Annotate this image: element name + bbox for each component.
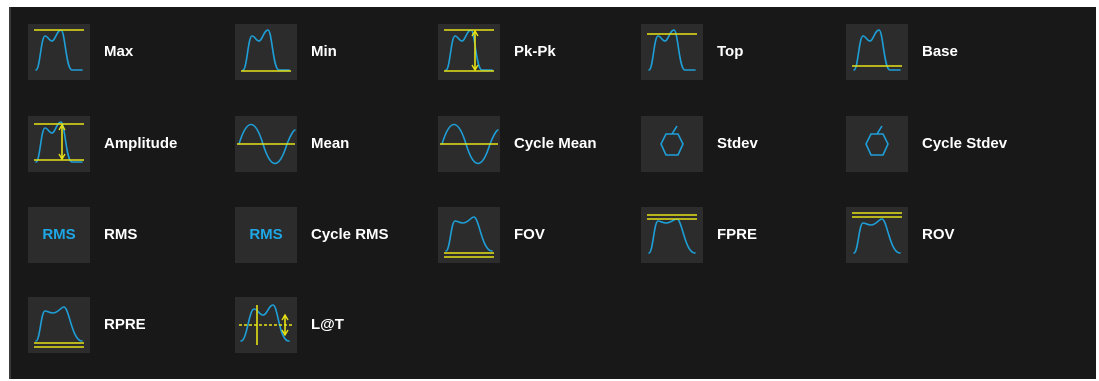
measure-stdev-item[interactable]: Stdev [641,116,831,172]
cycle-stdev-icon [846,116,908,172]
rpre-icon [28,297,90,353]
fov-icon [438,207,500,263]
measure-rpre-item[interactable]: RPRE [28,297,218,353]
rms-icon: RMS [28,207,90,263]
measure-label: Cycle Mean [514,135,597,152]
top-icon [641,24,703,80]
measure-fpre-item[interactable]: FPRE [641,207,831,263]
amplitude-icon [28,116,90,172]
measure-top-item[interactable]: Top [641,24,831,80]
fpre-icon [641,207,703,263]
rms-icon-text: RMS [42,226,76,243]
pk-pk-icon [438,24,500,80]
measure-amplitude-item[interactable]: Amplitude [28,116,218,172]
measure-pk-pk-item[interactable]: Pk-Pk [438,24,628,80]
measure-fov-item[interactable]: FOV [438,207,628,263]
measure-label: ROV [922,226,955,243]
measure-base-item[interactable]: Base [846,24,1036,80]
measure-label: L@T [311,316,344,333]
measure-label: RMS [104,226,138,243]
measure-cycle-rms-item[interactable]: RMS Cycle RMS [235,207,425,263]
cycle-rms-icon: RMS [235,207,297,263]
base-icon [846,24,908,80]
measure-label: Cycle RMS [311,226,389,243]
min-icon [235,24,297,80]
stdev-icon [641,116,703,172]
cycle-rms-icon-text: RMS [249,226,283,243]
measure-label: Min [311,43,337,60]
measure-rms-item[interactable]: RMS RMS [28,207,218,263]
measure-label: Amplitude [104,135,178,152]
measure-mean-item[interactable]: Mean [235,116,425,172]
measure-label: Base [922,43,958,60]
max-icon [28,24,90,80]
measure-label: Max [104,43,134,60]
measure-label: RPRE [104,316,146,333]
measure-label: FOV [514,226,545,243]
measurement-panel: Max Min Pk-Pk Top Base Amplitude Mean Cy… [9,7,1096,379]
measure-label: Mean [311,135,350,152]
cycle-mean-icon [438,116,500,172]
measure-label: FPRE [717,226,758,243]
mean-icon [235,116,297,172]
measure-label: Pk-Pk [514,43,556,60]
measure-level-at-time-item[interactable]: L@T [235,297,425,353]
measure-cycle-mean-item[interactable]: Cycle Mean [438,116,628,172]
measure-rov-item[interactable]: ROV [846,207,1036,263]
rov-icon [846,207,908,263]
level-at-time-icon [235,297,297,353]
measure-min-item[interactable]: Min [235,24,425,80]
measure-label: Top [717,43,744,60]
measure-label: Stdev [717,135,758,152]
measure-max-item[interactable]: Max [28,24,218,80]
measure-label: Cycle Stdev [922,135,1008,152]
measure-cycle-stdev-item[interactable]: Cycle Stdev [846,116,1036,172]
